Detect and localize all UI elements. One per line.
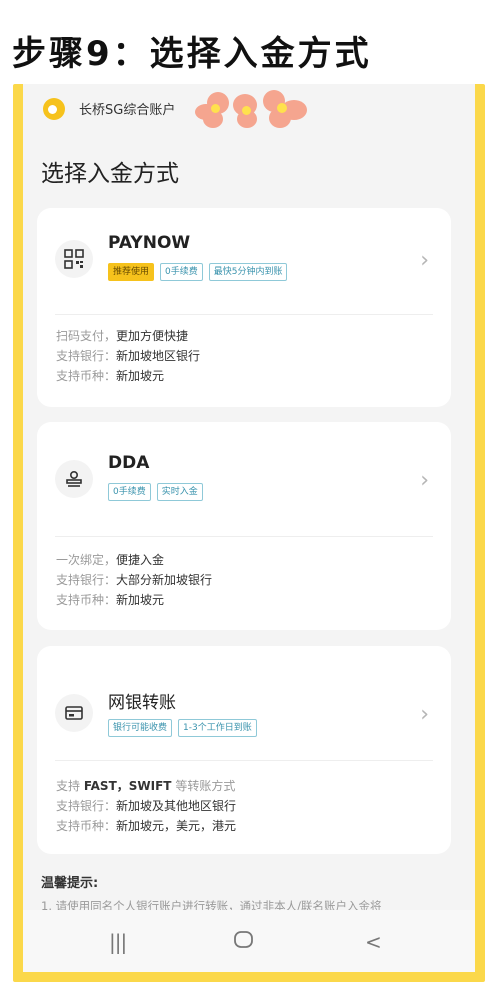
longbridge-logo-icon [43, 98, 65, 120]
detail-value: 新加坡元，美元，港元 [116, 819, 237, 833]
method-name: PAYNOW [108, 233, 191, 253]
method-details: 一次绑定，便捷入金 支持银行：大部分新加坡银行 支持币种：新加坡元 [56, 550, 212, 610]
tag-badge: 实时入金 [156, 483, 203, 501]
bank-card-icon [55, 694, 93, 732]
detail-label: 支持银行： [56, 799, 117, 813]
detail-label: 支持币种： [56, 819, 117, 833]
method-card-dda[interactable]: DDA 0手续费 实时入金 › 一次绑定，便捷入金 支持银行：大部分新加坡银行 … [37, 422, 451, 630]
method-name: DDA [108, 453, 150, 473]
detail-label: 支持银行： [56, 349, 117, 363]
detail-value: 新加坡元 [116, 369, 165, 383]
back-button[interactable]: < [365, 930, 382, 954]
detail-value: 更加方便快捷 [116, 329, 189, 343]
method-tags: 0手续费 实时入金 [108, 483, 203, 501]
system-nav-bar: ||| < [23, 910, 475, 972]
recent-apps-button[interactable]: ||| [109, 930, 127, 954]
detail-value: FAST，SWIFT [83, 779, 172, 793]
detail-label: 等转账方式 [171, 779, 236, 793]
method-card-bank-transfer[interactable]: 网银转账 银行可能收费 1-3个工作日到账 › 支持 FAST，SWIFT 等转… [37, 646, 451, 854]
tag-badge: 银行可能收费 [108, 719, 173, 737]
account-bar[interactable]: 长桥SG综合账户 [23, 84, 475, 130]
detail-value: 便捷入金 [116, 553, 165, 567]
tag-badge: 推荐使用 [108, 263, 155, 281]
detail-label: 支持币种： [56, 369, 117, 383]
detail-value: 新加坡及其他地区银行 [116, 799, 237, 813]
account-name: 长桥SG综合账户 [79, 103, 176, 118]
divider [55, 760, 433, 761]
page-title: 选择入金方式 [41, 161, 179, 187]
qr-code-icon [55, 240, 93, 278]
chevron-right-icon: › [420, 248, 429, 273]
flower-sticker-icon [193, 86, 313, 134]
detail-label: 支持银行： [56, 573, 117, 587]
detail-value: 新加坡地区银行 [116, 349, 201, 363]
chevron-right-icon: › [420, 702, 429, 727]
tag-badge: 0手续费 [160, 263, 203, 281]
home-icon [234, 931, 253, 948]
detail-label: 一次绑定， [56, 553, 117, 567]
detail-label: 扫码支付， [56, 329, 117, 343]
stamp-icon [55, 460, 93, 498]
tag-badge: 1-3个工作日到账 [178, 719, 257, 737]
method-details: 支持 FAST，SWIFT 等转账方式 支持银行：新加坡及其他地区银行 支持币种… [56, 776, 236, 836]
divider [55, 314, 433, 315]
phone-screen: 长桥SG综合账户 选择入金方式 PAYNOW 推荐使用 0手续费 最快5分钟内到… [23, 84, 475, 972]
tips-title: 温馨提示: [41, 876, 99, 891]
chevron-right-icon: › [420, 468, 429, 493]
detail-label: 支持币种： [56, 593, 117, 607]
method-name: 网银转账 [108, 693, 176, 713]
method-tags: 银行可能收费 1-3个工作日到账 [108, 719, 257, 737]
method-card-paynow[interactable]: PAYNOW 推荐使用 0手续费 最快5分钟内到账 › 扫码支付，更加方便快捷 … [37, 208, 451, 407]
tag-badge: 0手续费 [108, 483, 151, 501]
detail-value: 大部分新加坡银行 [116, 573, 213, 587]
method-details: 扫码支付，更加方便快捷 支持银行：新加坡地区银行 支持币种：新加坡元 [56, 326, 200, 386]
step-title: 步骤9：选择入金方式 [12, 34, 372, 74]
divider [55, 536, 433, 537]
home-button[interactable] [233, 930, 255, 955]
detail-value: 新加坡元 [116, 593, 165, 607]
tag-badge: 最快5分钟内到账 [208, 263, 288, 281]
method-tags: 推荐使用 0手续费 最快5分钟内到账 [108, 263, 288, 281]
detail-label: 支持 [56, 779, 84, 793]
